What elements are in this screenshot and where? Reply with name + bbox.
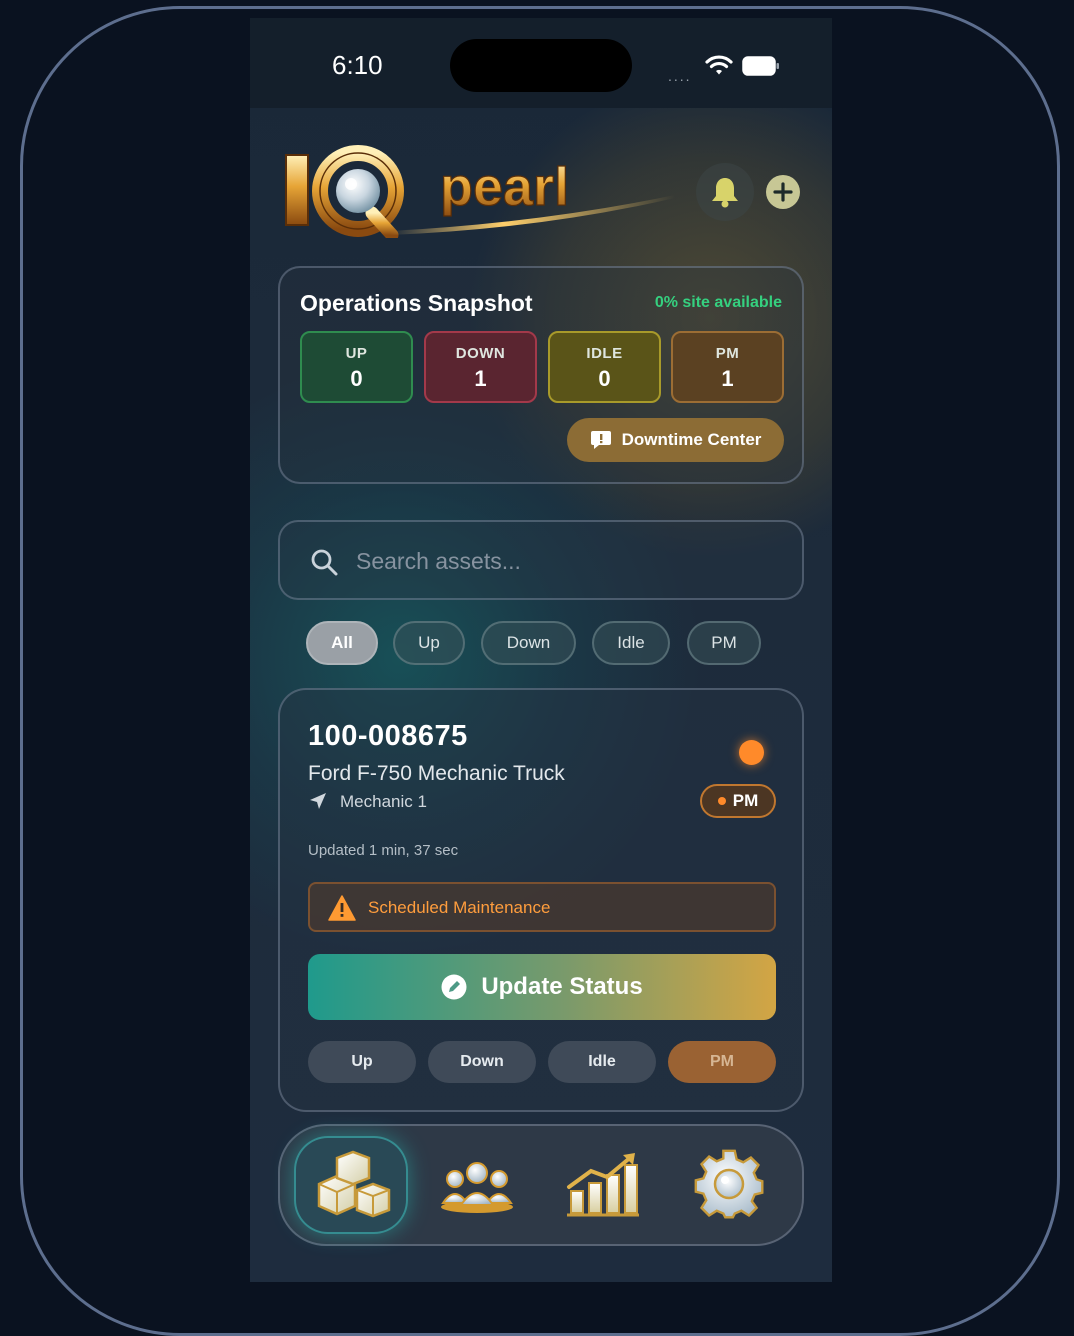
asset-card[interactable]: 100-008675 Ford F-750 Mechanic Truck Mec… [278, 688, 804, 1112]
search-bar[interactable] [278, 520, 804, 600]
warning-icon [328, 895, 356, 921]
filter-chip-up[interactable]: Up [393, 621, 465, 665]
tab-analytics[interactable] [546, 1136, 660, 1234]
stat-down-value: 1 [474, 366, 487, 391]
stat-pm[interactable]: PM 1 [671, 331, 784, 403]
bottom-tab-bar [278, 1124, 804, 1246]
tab-assets[interactable] [294, 1136, 408, 1234]
maintenance-alert-text: Scheduled Maintenance [368, 898, 551, 917]
stat-up-value: 0 [350, 366, 363, 391]
stat-pm-label: PM [715, 345, 740, 362]
search-icon [311, 549, 338, 576]
plus-icon [773, 182, 793, 202]
status-badge-label: PM [732, 791, 759, 810]
site-available-text: 0% site available [654, 294, 782, 311]
asset-location: Mechanic 1 [340, 792, 427, 811]
badge-dot [717, 797, 726, 805]
battery-icon [742, 56, 779, 76]
stat-up[interactable]: UP 0 [300, 331, 413, 403]
location-arrow-icon [310, 793, 326, 809]
status-indicator-dot [739, 740, 764, 765]
quick-status-idle[interactable]: Idle [548, 1041, 656, 1083]
downtime-center-button[interactable]: Downtime Center [567, 418, 784, 462]
stat-idle-value: 0 [598, 366, 611, 391]
snapshot-title: Operations Snapshot [300, 290, 533, 316]
stat-up-label: UP [345, 345, 368, 362]
svg-text:pearl: pearl [440, 157, 569, 217]
search-input[interactable] [356, 542, 776, 580]
settings-gear-icon [694, 1149, 764, 1219]
quick-status-up[interactable]: Up [308, 1041, 416, 1083]
notifications-button[interactable] [696, 163, 754, 221]
status-badge: PM [700, 784, 776, 818]
edit-pencil-icon [441, 974, 467, 1000]
filter-chip-idle[interactable]: Idle [592, 621, 670, 665]
status-time: 6:10 [332, 50, 383, 80]
app-screen: 6:10 .... pearl Operations Snapshot 0% s… [250, 18, 832, 1282]
asset-name: Ford F-750 Mechanic Truck [308, 762, 565, 785]
stat-down[interactable]: DOWN 1 [424, 331, 537, 403]
quick-status-pm[interactable]: PM [668, 1041, 776, 1083]
update-status-button[interactable]: Update Status [308, 954, 776, 1020]
maintenance-alert: Scheduled Maintenance [308, 882, 776, 932]
signal-icon: .... [668, 68, 692, 84]
asset-id: 100-008675 [308, 720, 468, 752]
stat-idle[interactable]: IDLE 0 [548, 331, 661, 403]
status-bar: 6:10 .... [250, 18, 832, 108]
wifi-icon [705, 55, 733, 75]
downtime-center-label: Downtime Center [621, 430, 762, 449]
operations-snapshot-card: Operations Snapshot 0% site available UP… [278, 266, 804, 484]
quick-status-down[interactable]: Down [428, 1041, 536, 1083]
stat-down-label: DOWN [455, 345, 506, 362]
update-status-label: Update Status [481, 973, 643, 1000]
assets-cubes-icon [317, 1150, 391, 1218]
tab-team[interactable] [420, 1136, 534, 1234]
dynamic-island [450, 39, 632, 92]
tab-settings[interactable] [672, 1136, 786, 1234]
filter-chip-all[interactable]: All [306, 621, 378, 665]
add-button[interactable] [766, 175, 800, 209]
filter-chip-down[interactable]: Down [481, 621, 576, 665]
stat-idle-label: IDLE [586, 345, 623, 362]
updated-timestamp: Updated 1 min, 37 sec [308, 842, 459, 859]
filter-chip-pm[interactable]: PM [687, 621, 761, 665]
stat-pm-value: 1 [721, 366, 734, 391]
alert-message-icon [590, 431, 611, 449]
iqpearl-logo: pearl [285, 145, 675, 238]
analytics-chart-icon [567, 1153, 639, 1217]
team-icon [441, 1162, 513, 1213]
bell-icon [712, 178, 738, 208]
